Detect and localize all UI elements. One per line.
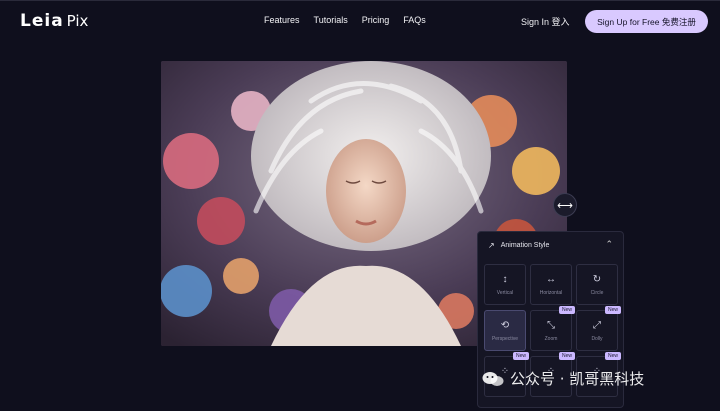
perspective-icon: ⟲ xyxy=(500,320,510,331)
style-label: Zoom xyxy=(544,336,558,342)
vertical-arrows-icon: ↕ xyxy=(502,274,508,285)
style-label: Vertical xyxy=(496,290,514,296)
chevron-up-icon[interactable]: ⌃ xyxy=(605,239,613,250)
new-badge: New xyxy=(604,352,621,360)
top-divider xyxy=(0,0,720,1)
new-badge: New xyxy=(604,306,621,314)
compare-slider-handle[interactable]: ⟷ xyxy=(553,193,577,217)
wechat-watermark: 公众号 · 凯哥黑科技 xyxy=(482,368,644,389)
sign-up-button[interactable]: Sign Up for Free 免费注册 xyxy=(585,10,708,33)
style-tile-circle[interactable]: ↻ Circle xyxy=(576,264,618,305)
circle-arrow-icon: ↻ xyxy=(592,274,602,285)
nav-link-faqs[interactable]: FAQs xyxy=(403,15,426,25)
dolly-icon: ⤢ xyxy=(593,320,601,331)
new-badge: New xyxy=(558,352,575,360)
nav-link-pricing[interactable]: Pricing xyxy=(362,15,390,25)
panel-title: Animation Style xyxy=(500,242,550,249)
style-label: Perspective xyxy=(491,336,519,342)
logo-text-sub: Pix xyxy=(66,12,89,30)
style-label: Dolly xyxy=(591,336,603,342)
nav-link-tutorials[interactable]: Tutorials xyxy=(314,15,348,25)
style-label: Circle xyxy=(590,290,604,296)
wechat-icon xyxy=(482,371,504,386)
horizontal-arrows-icon: ↔ xyxy=(546,274,556,285)
style-tile-perspective[interactable]: ⟲ Perspective xyxy=(484,310,526,351)
sign-in-link[interactable]: Sign In 登入 xyxy=(521,15,570,28)
style-tile-dolly[interactable]: New ⤢ Dolly xyxy=(576,306,621,351)
horizontal-arrows-icon: ⟷ xyxy=(557,199,573,212)
panel-header[interactable]: ↗ Animation Style xyxy=(488,241,549,250)
style-label: Horizontal xyxy=(539,290,563,296)
watermark-text: 公众号 · 凯哥黑科技 xyxy=(510,370,645,388)
animation-style-icon: ↗ xyxy=(488,241,495,250)
logo-text-main: Leia xyxy=(20,11,64,31)
main-nav: Features Tutorials Pricing FAQs xyxy=(264,15,426,25)
new-badge: New xyxy=(558,306,575,314)
zoom-icon: ⤡ xyxy=(547,320,555,331)
style-tile-horizontal[interactable]: ↔ Horizontal xyxy=(530,264,572,305)
style-tile-vertical[interactable]: ↕ Vertical xyxy=(484,264,526,305)
leiapix-logo[interactable]: Leia Pix xyxy=(20,11,88,31)
nav-link-features[interactable]: Features xyxy=(264,15,300,25)
new-badge: New xyxy=(512,352,529,360)
style-tile-zoom[interactable]: New ⤡ Zoom xyxy=(530,306,575,351)
